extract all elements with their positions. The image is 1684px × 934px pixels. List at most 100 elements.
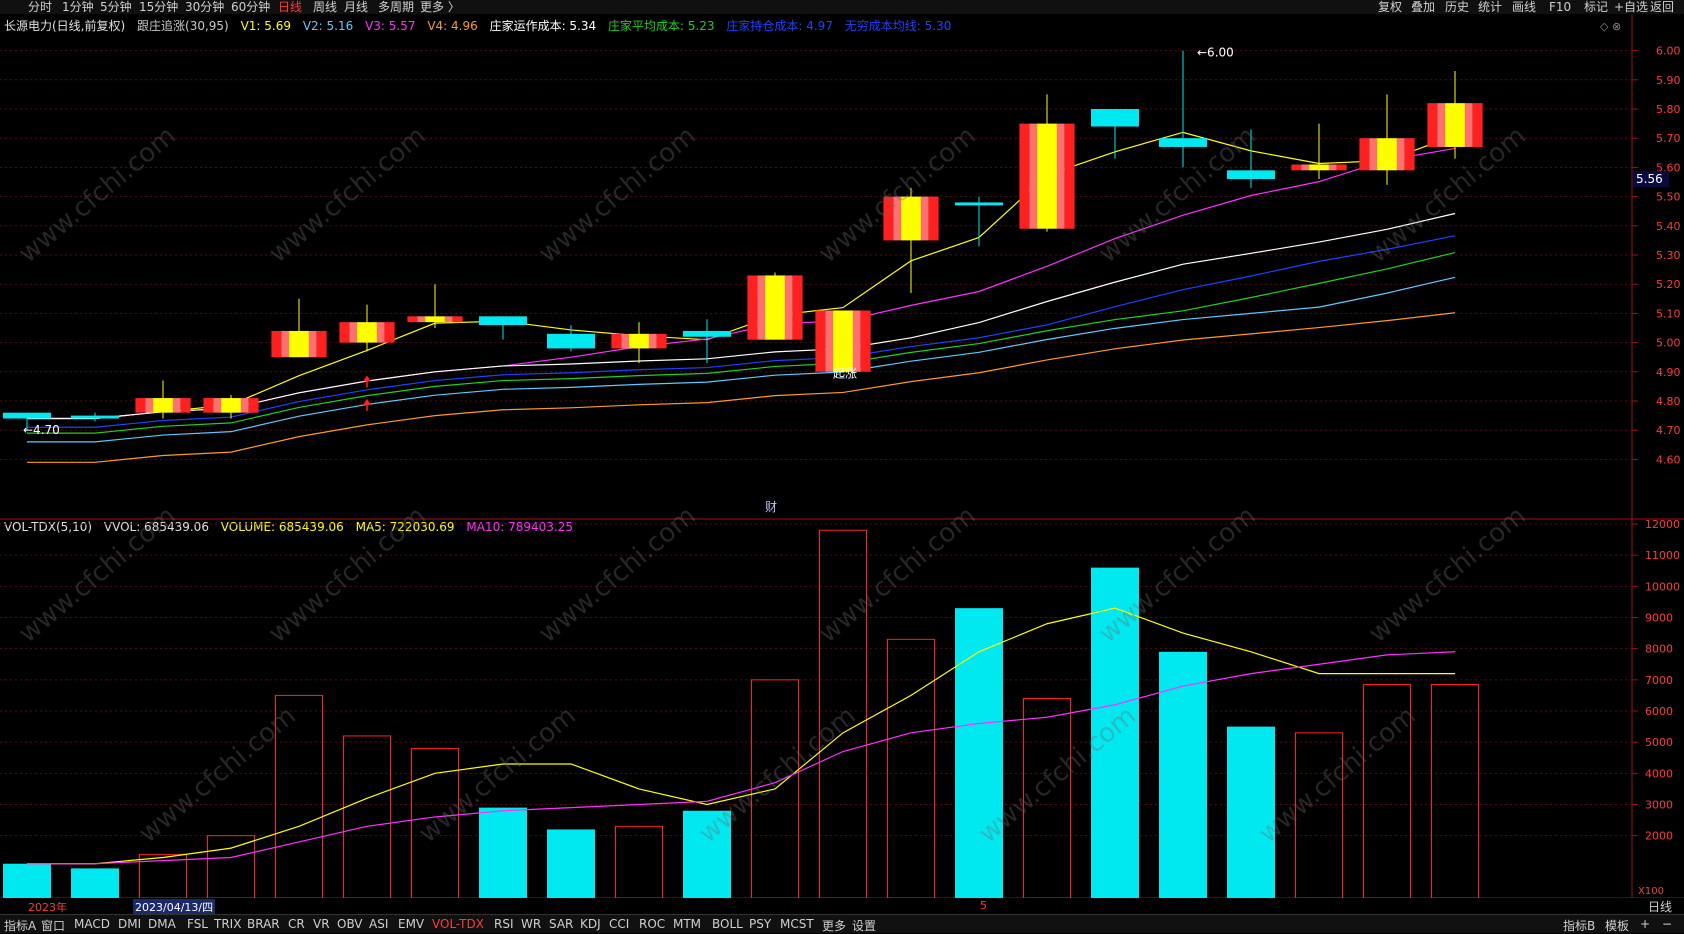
month-label: 5 xyxy=(980,899,987,912)
price-tick-label: 4.90 xyxy=(1656,366,1681,379)
candle-body-band xyxy=(213,398,222,413)
period-tab-5[interactable]: 60分钟 xyxy=(231,0,270,14)
candle-body-band xyxy=(357,322,377,343)
period-tab-4[interactable]: 30分钟 xyxy=(185,0,224,14)
price-tick-label: 5.50 xyxy=(1656,191,1681,204)
indicator-tab-16[interactable]: SAR xyxy=(549,917,573,931)
indicator-tab-6[interactable]: TRIX xyxy=(214,917,241,931)
candle-body-band xyxy=(860,310,871,372)
toolbar-right-3[interactable]: 统计 xyxy=(1478,0,1502,14)
indicator-tab-10[interactable]: OBV xyxy=(337,917,363,931)
up-arrow-icon xyxy=(363,398,371,405)
candle-body-down xyxy=(479,316,527,326)
period-tab-1[interactable]: 1分钟 xyxy=(62,0,94,14)
candle-body-band xyxy=(153,398,173,413)
period-right-tab[interactable]: 日线 xyxy=(1648,898,1672,915)
period-tab-2[interactable]: 5分钟 xyxy=(100,0,132,14)
candle-body-band xyxy=(1336,164,1347,171)
candle-body-band xyxy=(1301,164,1310,171)
volume-bar-down xyxy=(3,863,51,898)
candle-body-band xyxy=(1377,138,1397,171)
candle-body-band xyxy=(611,333,622,349)
indicator-tab-8[interactable]: CR xyxy=(288,917,305,931)
indicator-tab-15[interactable]: WR xyxy=(521,917,541,931)
volume-tick-label: 12000 xyxy=(1645,518,1680,531)
indicator-tab-11[interactable]: ASI xyxy=(369,917,388,931)
indicator-tab-1[interactable]: 窗口 xyxy=(41,917,65,934)
ma-lightblue-line xyxy=(27,276,1456,443)
candle-body-down xyxy=(955,202,1003,206)
period-tab-10[interactable]: 更多 〉 xyxy=(420,0,460,14)
candlesticks xyxy=(3,50,1483,431)
candle-body-band xyxy=(825,310,834,372)
indicator-tab-0[interactable]: 指标A xyxy=(4,917,36,934)
indicator-tab-22[interactable]: PSY xyxy=(749,917,771,931)
volume-axis: 12000 11000 10000 9000 8000 7000 6000 5000 4000 3… xyxy=(1632,518,1680,897)
toolbar-right-6[interactable]: 标记 xyxy=(1584,0,1608,14)
indicator-tab-23[interactable]: MCST xyxy=(780,917,814,931)
candle-body-band xyxy=(289,330,309,358)
indicator-tab-4[interactable]: DMA xyxy=(148,917,176,931)
indicator-tab-12[interactable]: EMV xyxy=(398,917,424,931)
candle-body-down xyxy=(1159,138,1207,147)
indicator-tab-24[interactable]: 更多 xyxy=(822,917,846,934)
period-tab-7[interactable]: 周线 xyxy=(313,0,337,14)
year-label: 2023年 xyxy=(28,901,67,914)
indicator-tab-19[interactable]: ROC xyxy=(639,917,665,931)
period-tab-3[interactable]: 15分钟 xyxy=(139,0,178,14)
toolbar-right-4[interactable]: 画线 xyxy=(1512,0,1536,14)
candle-body-band xyxy=(765,275,785,340)
price-tick-label: 5.20 xyxy=(1656,278,1681,291)
candle-body-band xyxy=(349,322,358,343)
toolbar-right-1[interactable]: 叠加 xyxy=(1411,0,1435,14)
indicator-tab-9[interactable]: VR xyxy=(313,917,330,931)
indicator-tab-25[interactable]: 设置 xyxy=(852,917,876,934)
indicator-tab-17[interactable]: KDJ xyxy=(580,917,601,931)
toolbar-right-5[interactable]: F10 xyxy=(1549,0,1571,14)
indicator-tab-20[interactable]: MTM xyxy=(673,917,701,931)
volume-tick-label: 8000 xyxy=(1645,643,1673,656)
indicator-right-0[interactable]: 指标B xyxy=(1563,917,1595,934)
indicator-tab-5[interactable]: FSL xyxy=(187,917,208,931)
candle-body-band xyxy=(308,330,317,358)
price-tick-label: 5.10 xyxy=(1656,307,1681,320)
candle-body-band xyxy=(852,310,861,372)
indicator-tab-7[interactable]: BRAR xyxy=(247,917,280,931)
volume-tick-label: 2000 xyxy=(1645,830,1673,843)
toolbar-right-8[interactable]: 返回 xyxy=(1650,0,1674,14)
period-tab-6[interactable]: 日线 xyxy=(278,0,302,14)
indicator-right-3[interactable]: − xyxy=(1662,917,1672,931)
candle-body-band xyxy=(1064,123,1075,229)
candle-body-band xyxy=(1309,164,1329,171)
candle-body-band xyxy=(221,398,241,413)
indicator-tab-21[interactable]: BOLL xyxy=(712,917,743,931)
candle-body-band xyxy=(629,333,649,349)
indicator-tab-2[interactable]: MACD xyxy=(74,917,110,931)
price-axis: 6.005.905.805.705.605.505.405.305.205.10… xyxy=(1632,45,1681,466)
toolbar-right-7[interactable]: +自选 xyxy=(1614,0,1648,14)
candle-body-down xyxy=(683,330,731,337)
period-tab-8[interactable]: 月线 xyxy=(344,0,368,14)
indicator-tab-18[interactable]: CCI xyxy=(609,917,629,931)
candle-body-band xyxy=(1037,123,1057,229)
candle-body-band xyxy=(203,398,214,413)
indicator-right-1[interactable]: 模板 xyxy=(1605,917,1629,934)
indicator-tab-14[interactable]: RSI xyxy=(494,917,514,931)
ma-white-line xyxy=(27,212,1456,420)
volume-bar-up xyxy=(275,694,323,898)
candle-body-band xyxy=(833,310,853,372)
candle-body-band xyxy=(1396,138,1405,171)
volume-tick-label: 6000 xyxy=(1645,705,1673,718)
price-tick-label: 5.40 xyxy=(1656,220,1681,233)
indicator-tab-3[interactable]: DMI xyxy=(118,917,141,931)
candle-body-down xyxy=(547,333,595,349)
indicator-tab-13[interactable]: VOL-TDX xyxy=(432,917,484,931)
toolbar-right-0[interactable]: 复权 xyxy=(1378,0,1402,14)
toolbar-right-2[interactable]: 历史 xyxy=(1445,0,1469,14)
chart-area[interactable]: 6.005.905.805.705.605.505.405.305.205.10… xyxy=(0,14,1684,898)
period-tab-0[interactable]: 分时 xyxy=(28,0,52,14)
candle-body-band xyxy=(271,330,282,358)
indicator-right-2[interactable]: + xyxy=(1640,917,1650,931)
candle-body-band xyxy=(784,275,793,340)
period-tab-9[interactable]: 多周期 xyxy=(378,0,414,14)
